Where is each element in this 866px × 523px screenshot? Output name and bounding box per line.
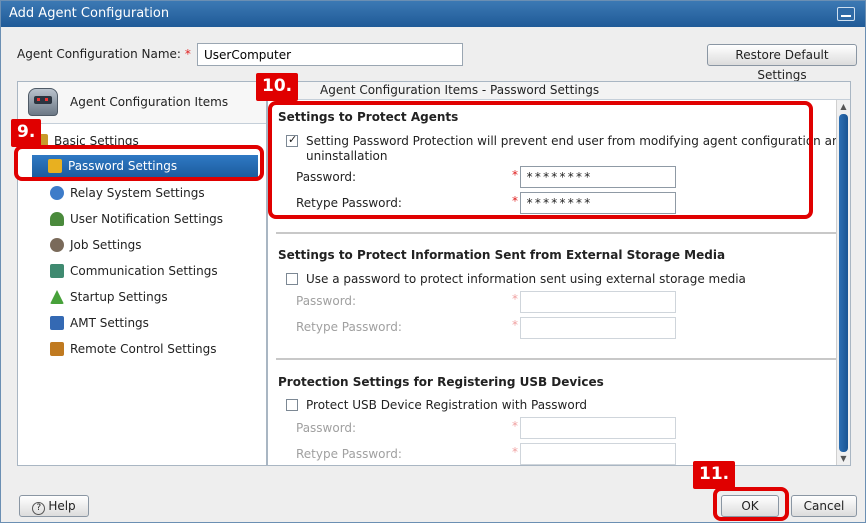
protect-agents-checkbox-label-line2: uninstallation: [306, 149, 388, 163]
external-storage-checkbox[interactable]: [286, 273, 298, 285]
protect-agents-checkbox-label: Setting Password Protection will prevent…: [306, 134, 848, 148]
usb-password-field[interactable]: [520, 417, 676, 439]
scroll-down-icon[interactable]: ▼: [839, 454, 848, 463]
password-settings-header: Agent Configuration Items - Password Set…: [268, 82, 850, 100]
relay-icon: [50, 186, 64, 200]
required-mark: *: [512, 194, 518, 208]
help-icon: ?: [32, 502, 46, 515]
required-mark: *: [512, 292, 518, 306]
cancel-button[interactable]: Cancel: [791, 495, 857, 517]
section-title-external-storage: Settings to Protect Information Sent fro…: [278, 248, 726, 262]
required-mark: *: [184, 47, 191, 61]
amt-icon: [50, 316, 64, 330]
title-bar: Add Agent Configuration: [1, 1, 865, 27]
window-title: Add Agent Configuration: [9, 6, 170, 21]
external-password-label: Password:: [296, 294, 357, 308]
retype-password-field[interactable]: ********: [520, 192, 676, 214]
sidebar-item-communication-settings[interactable]: Communication Settings: [50, 260, 256, 282]
config-items-header: Agent Configuration Items: [18, 82, 266, 124]
remote-control-icon: [50, 342, 64, 356]
scroll-thumb[interactable]: [839, 114, 848, 452]
sidebar-item-remote-control-settings[interactable]: Remote Control Settings: [50, 338, 256, 360]
help-button[interactable]: ? Help: [19, 495, 89, 517]
sidebar-item-basic-settings[interactable]: Basic Settings: [34, 130, 254, 152]
sidebar-item-relay-system-settings[interactable]: Relay System Settings: [50, 182, 256, 204]
agent-icon: [28, 88, 58, 116]
section-divider: [276, 358, 838, 360]
scroll-up-icon[interactable]: ▲: [839, 102, 848, 111]
sidebar-item-password-settings[interactable]: Password Settings: [32, 155, 258, 177]
user-notification-icon: [50, 212, 64, 226]
job-icon: [50, 238, 64, 252]
add-agent-configuration-dialog: Add Agent Configuration Agent Configurat…: [0, 0, 866, 523]
external-retype-password-field[interactable]: [520, 317, 676, 339]
key-icon: [48, 159, 62, 173]
sidebar-item-user-notification-settings[interactable]: User Notification Settings: [50, 208, 256, 230]
required-mark: *: [512, 419, 518, 433]
password-label: Password:: [296, 170, 357, 184]
usb-retype-password-field[interactable]: [520, 443, 676, 465]
config-items-title: Agent Configuration Items: [70, 95, 229, 109]
step-10-badge: 10.: [256, 73, 299, 101]
minimize-icon[interactable]: [837, 7, 855, 21]
retype-password-label: Retype Password:: [296, 196, 402, 210]
startup-icon: [50, 290, 64, 304]
usb-devices-checkbox-label: Protect USB Device Registration with Pas…: [306, 398, 588, 412]
password-field[interactable]: ********: [520, 166, 676, 188]
ok-button[interactable]: OK: [721, 495, 779, 517]
external-retype-password-label: Retype Password:: [296, 320, 402, 334]
usb-password-label: Password:: [296, 421, 357, 435]
section-divider: [276, 232, 838, 234]
sidebar-item-startup-settings[interactable]: Startup Settings: [50, 286, 256, 308]
required-mark: *: [512, 445, 518, 459]
vertical-scrollbar[interactable]: ▲ ▼: [836, 100, 850, 465]
usb-retype-password-label: Retype Password:: [296, 447, 402, 461]
communication-icon: [50, 264, 64, 278]
config-name-input[interactable]: [197, 43, 463, 66]
usb-devices-checkbox[interactable]: [286, 399, 298, 411]
sidebar-item-amt-settings[interactable]: AMT Settings: [50, 312, 256, 334]
config-name-label: Agent Configuration Name: *: [17, 47, 191, 61]
step-11-badge: 11.: [693, 461, 736, 489]
required-mark: *: [512, 318, 518, 332]
required-mark: *: [512, 168, 518, 182]
step-9-badge: 9.: [11, 119, 42, 147]
section-title-usb-devices: Protection Settings for Registering USB …: [278, 375, 604, 389]
external-password-field[interactable]: [520, 291, 676, 313]
protect-agents-checkbox[interactable]: [286, 133, 298, 147]
password-settings-panel: Agent Configuration Items - Password Set…: [267, 81, 851, 466]
config-items-panel: Agent Configuration Items Basic Settings…: [17, 81, 267, 466]
external-storage-checkbox-label: Use a password to protect information se…: [306, 272, 746, 286]
section-title-protect-agents: Settings to Protect Agents: [278, 110, 459, 124]
restore-default-button[interactable]: Restore Default Settings: [707, 44, 857, 82]
sidebar-item-job-settings[interactable]: Job Settings: [50, 234, 256, 256]
